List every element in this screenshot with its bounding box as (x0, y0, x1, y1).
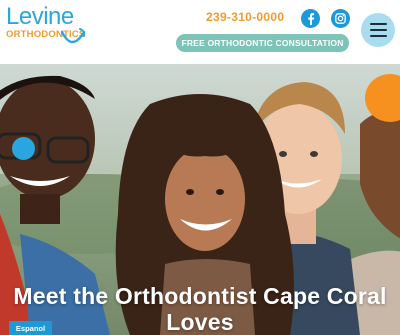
facebook-glyph (308, 12, 315, 25)
espanol-language-button[interactable]: Espanol (9, 321, 52, 335)
phone-number-link[interactable]: 239-310-0000 (206, 10, 284, 24)
instagram-icon[interactable] (331, 9, 350, 28)
facebook-icon[interactable] (301, 9, 320, 28)
menu-bar (369, 23, 387, 25)
levine-orthodontics-logo[interactable]: Levine ORTHODONTICS (6, 4, 88, 58)
instagram-glyph (335, 13, 346, 24)
free-consultation-button[interactable]: FREE ORTHODONTIC CONSULTATION (176, 34, 349, 52)
menu-bar (369, 35, 387, 37)
smile-logo-icon (60, 28, 86, 44)
hamburger-menu-icon[interactable] (361, 13, 395, 47)
menu-bar (369, 29, 387, 31)
hero-section: Meet the Orthodontist Cape Coral Loves E… (0, 64, 400, 335)
hero-headline: Meet the Orthodontist Cape Coral Loves (13, 283, 387, 335)
decorative-blue-circle (12, 137, 35, 160)
site-header: Levine ORTHODONTICS 239-310-0000 FREE OR… (0, 0, 400, 64)
